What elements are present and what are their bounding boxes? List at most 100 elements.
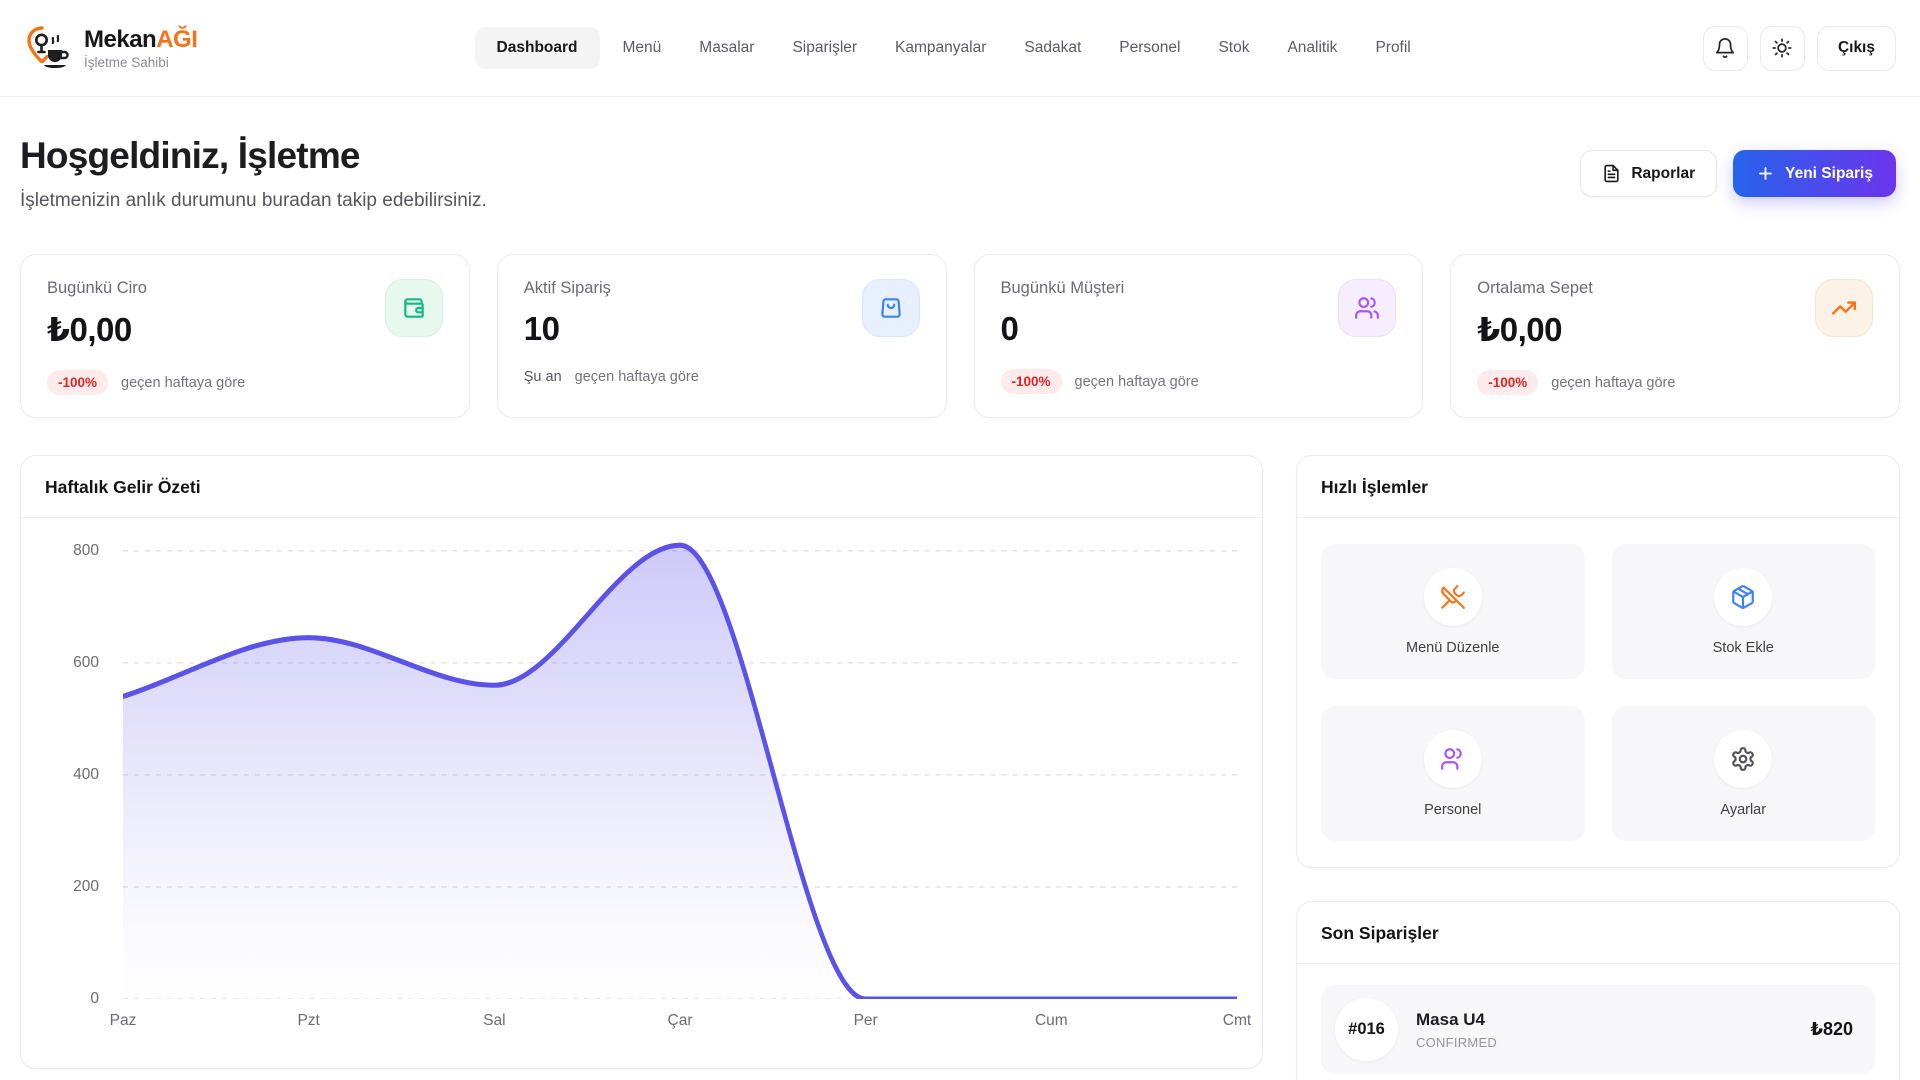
brand-subtitle: İşletme Sahibi xyxy=(84,55,197,70)
order-row[interactable]: #016 Masa U4 CONFIRMED ₺820 xyxy=(1321,985,1875,1074)
bell-icon xyxy=(1714,37,1736,59)
y-tick-label: 0 xyxy=(90,990,99,1008)
x-tick-label: Cmt xyxy=(1223,1012,1251,1030)
page-subtitle: İşletmenizin anlık durumunu buradan taki… xyxy=(20,190,487,212)
reports-button-label: Raporlar xyxy=(1631,165,1695,183)
stat-change-badge: -100% xyxy=(1477,370,1538,395)
stat-change-badge: -100% xyxy=(1001,369,1062,394)
chart-area-fill xyxy=(123,545,1237,999)
stat-label: Bugünkü Müşteri xyxy=(1001,279,1125,298)
quick-actions-card: Hızlı İşlemler Menü Düzenle xyxy=(1296,455,1900,868)
sun-icon xyxy=(1771,37,1793,59)
quick-action-edit-menu[interactable]: Menü Düzenle xyxy=(1321,544,1585,679)
x-tick-label: Pzt xyxy=(297,1012,319,1030)
y-tick-label: 200 xyxy=(73,878,99,896)
theme-toggle-button[interactable] xyxy=(1760,26,1805,71)
y-tick-label: 600 xyxy=(73,654,99,672)
utensils-crossed-icon xyxy=(1424,568,1482,626)
stat-label: Ortalama Sepet xyxy=(1477,279,1593,298)
brand: MekanAĞI İşletme Sahibi xyxy=(20,22,197,74)
notifications-button[interactable] xyxy=(1703,26,1748,71)
top-nav-bar: MekanAĞI İşletme Sahibi Dashboard Menü M… xyxy=(0,0,1920,97)
stat-card-customers: Bugünkü Müşteri 0 -100% geçen haftaya gö… xyxy=(974,254,1424,418)
stat-change-badge: -100% xyxy=(47,370,108,395)
order-status: CONFIRMED xyxy=(1416,1035,1792,1050)
nav-item-sadakat[interactable]: Sadakat xyxy=(1009,27,1096,69)
gear-icon xyxy=(1714,730,1772,788)
stat-value: ₺0,00 xyxy=(47,310,147,349)
welcome-actions: Raporlar Yeni Sipariş xyxy=(1580,150,1896,197)
stat-value: ₺0,00 xyxy=(1477,310,1593,349)
chart-x-axis: PazPztSalÇarPerCumCmt xyxy=(123,1006,1237,1032)
nav-item-stok[interactable]: Stok xyxy=(1203,27,1264,69)
stat-note: geçen haftaya göre xyxy=(1551,375,1675,391)
x-tick-label: Çar xyxy=(668,1012,693,1030)
y-tick-label: 400 xyxy=(73,766,99,784)
quick-action-label: Ayarlar xyxy=(1720,802,1766,818)
stat-label: Bugünkü Ciro xyxy=(47,279,147,298)
recent-orders-card: Son Siparişler #016 Masa U4 CONFIRMED ₺8… xyxy=(1296,901,1900,1080)
order-id-badge: #016 xyxy=(1335,998,1398,1061)
chart-y-axis: 0200400600800 xyxy=(21,534,113,999)
logout-button[interactable]: Çıkış xyxy=(1817,26,1896,71)
wallet-icon xyxy=(385,279,443,337)
nav-item-siparisler[interactable]: Siparişler xyxy=(777,27,872,69)
trending-up-icon xyxy=(1815,279,1873,337)
package-icon xyxy=(1714,568,1772,626)
quick-action-staff[interactable]: Personel xyxy=(1321,706,1585,841)
stat-card-active-orders: Aktif Sipariş 10 Şu an geçen haftaya gör… xyxy=(497,254,947,418)
x-tick-label: Cum xyxy=(1035,1012,1068,1030)
page-title: Hoşgeldiniz, İşletme xyxy=(20,135,487,177)
x-tick-label: Sal xyxy=(483,1012,505,1030)
stat-value: 0 xyxy=(1001,310,1125,348)
dashboard-main: Hoşgeldiniz, İşletme İşletmenizin anlık … xyxy=(0,135,1920,1080)
weekly-revenue-chart: 0200400600800 PazPz xyxy=(21,534,1262,1032)
nav-item-personel[interactable]: Personel xyxy=(1104,27,1195,69)
chart-plot-area xyxy=(123,534,1237,999)
quick-action-add-stock[interactable]: Stok Ekle xyxy=(1612,544,1876,679)
brand-logo-icon xyxy=(20,22,72,74)
stat-note: geçen haftaya göre xyxy=(121,375,245,391)
plus-icon xyxy=(1756,164,1775,183)
stat-card-avg-basket: Ortalama Sepet ₺0,00 -100% geçen haftaya… xyxy=(1450,254,1900,418)
file-text-icon xyxy=(1602,164,1621,183)
weekly-revenue-chart-card: Haftalık Gelir Özeti 0 200 400 600 800 xyxy=(20,455,1263,1069)
nav-item-analitik[interactable]: Analitik xyxy=(1272,27,1352,69)
chart-title: Haftalık Gelir Özeti xyxy=(21,456,1262,517)
stat-note: geçen haftaya göre xyxy=(575,369,699,385)
nav-item-profil[interactable]: Profil xyxy=(1360,27,1425,69)
y-tick-label: 800 xyxy=(73,542,99,560)
stat-change-text: Şu an xyxy=(524,369,562,385)
stats-row: Bugünkü Ciro ₺0,00 -100% geçen haftaya g… xyxy=(20,254,1900,418)
users-icon xyxy=(1424,730,1482,788)
nav-item-masalar[interactable]: Masalar xyxy=(684,27,769,69)
x-tick-label: Paz xyxy=(110,1012,137,1030)
quick-actions-title: Hızlı İşlemler xyxy=(1297,456,1899,517)
stat-note: geçen haftaya göre xyxy=(1075,374,1199,390)
stat-value: 10 xyxy=(524,310,611,348)
nav-item-menu[interactable]: Menü xyxy=(608,27,677,69)
main-nav: Dashboard Menü Masalar Siparişler Kampan… xyxy=(475,27,1426,69)
order-amount: ₺820 xyxy=(1810,1019,1853,1040)
stat-card-revenue: Bugünkü Ciro ₺0,00 -100% geçen haftaya g… xyxy=(20,254,470,418)
x-tick-label: Per xyxy=(854,1012,878,1030)
quick-action-label: Menü Düzenle xyxy=(1406,640,1500,656)
new-order-button[interactable]: Yeni Sipariş xyxy=(1733,150,1896,197)
stat-label: Aktif Sipariş xyxy=(524,279,611,298)
brand-name: MekanAĞI xyxy=(84,26,197,54)
quick-action-label: Personel xyxy=(1424,802,1481,818)
shopping-bag-icon xyxy=(862,279,920,337)
reports-button[interactable]: Raporlar xyxy=(1580,150,1717,197)
users-icon xyxy=(1338,279,1396,337)
recent-orders-title: Son Siparişler xyxy=(1297,902,1899,963)
divider xyxy=(21,517,1262,518)
welcome-section: Hoşgeldiniz, İşletme İşletmenizin anlık … xyxy=(20,135,1900,212)
brand-name-accent: AĞI xyxy=(156,26,197,53)
quick-action-settings[interactable]: Ayarlar xyxy=(1612,706,1876,841)
nav-item-dashboard[interactable]: Dashboard xyxy=(475,27,600,69)
order-name: Masa U4 xyxy=(1416,1010,1792,1030)
top-actions: Çıkış xyxy=(1703,26,1896,71)
quick-action-label: Stok Ekle xyxy=(1713,640,1774,656)
new-order-button-label: Yeni Sipariş xyxy=(1785,165,1873,183)
nav-item-kampanyalar[interactable]: Kampanyalar xyxy=(880,27,1001,69)
